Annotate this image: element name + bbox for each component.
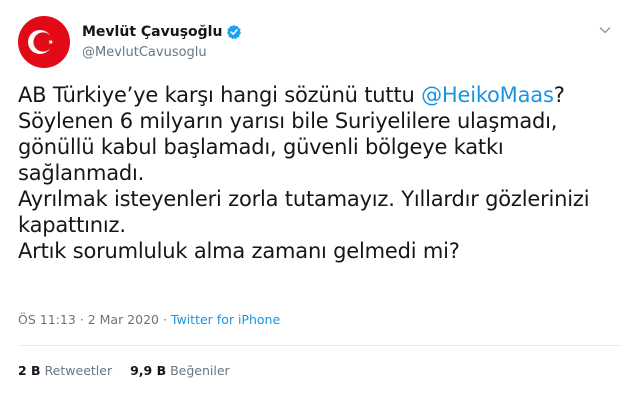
- retweets-count: 2 B: [18, 363, 41, 378]
- tweet-card: Mevlüt Çavuşoğlu @MevlutCavusoglu AB Tür…: [0, 0, 640, 400]
- tweet-text-segment: ?: [553, 83, 565, 107]
- tweet-line: sağlanmadı.: [18, 161, 145, 185]
- tweet-line: gönüllü kabul başlamadı, güvenli bölgeye…: [18, 135, 504, 159]
- mention-link[interactable]: @HeikoMaas: [421, 83, 554, 107]
- meta-separator: ·: [159, 312, 171, 327]
- tweet-header: Mevlüt Çavuşoğlu @MevlutCavusoglu: [82, 22, 242, 60]
- likes-stat[interactable]: 9,9 B Beğeniler: [130, 363, 230, 378]
- chevron-down-icon[interactable]: [598, 22, 612, 36]
- likes-label: Beğeniler: [170, 363, 230, 378]
- tweet-line: kapattınız.: [18, 213, 126, 237]
- tweet-time[interactable]: ÖS 11:13: [18, 312, 76, 327]
- tweet-date[interactable]: 2 Mar 2020: [88, 312, 159, 327]
- divider: [18, 345, 622, 346]
- tweet-line: Artık sorumluluk alma zamanı gelmedi mi?: [18, 239, 460, 263]
- tweet-source-link[interactable]: Twitter for iPhone: [171, 312, 280, 327]
- retweets-stat[interactable]: 2 B Retweetler: [18, 363, 112, 378]
- meta-separator: ·: [75, 312, 88, 327]
- retweets-label: Retweetler: [44, 363, 113, 378]
- user-handle[interactable]: @MevlutCavusoglu: [82, 45, 242, 60]
- avatar[interactable]: [18, 16, 70, 68]
- tweet-meta: ÖS 11:13 · 2 Mar 2020 · Twitter for iPho…: [18, 312, 280, 327]
- likes-count: 9,9 B: [130, 363, 167, 378]
- tweet-text-segment: AB Türkiye’ye karşı hangi sözünü tuttu: [18, 83, 422, 107]
- tweet-line: Söylenen 6 milyarın yarısı bile Suriyeli…: [18, 109, 558, 133]
- tweet-line: AB Türkiye’ye karşı hangi sözünü tuttu @…: [18, 82, 618, 108]
- name-row: Mevlüt Çavuşoğlu: [82, 22, 242, 42]
- tweet-text: AB Türkiye’ye karşı hangi sözünü tuttu @…: [18, 82, 618, 264]
- tweet-stats: 2 B Retweetler 9,9 B Beğeniler: [18, 363, 244, 378]
- verified-badge-icon: [226, 24, 242, 40]
- tweet-line: Ayrılmak isteyenleri zorla tutamayız. Yı…: [18, 187, 590, 211]
- turkish-flag-avatar: [18, 16, 70, 68]
- display-name[interactable]: Mevlüt Çavuşoğlu: [82, 24, 222, 40]
